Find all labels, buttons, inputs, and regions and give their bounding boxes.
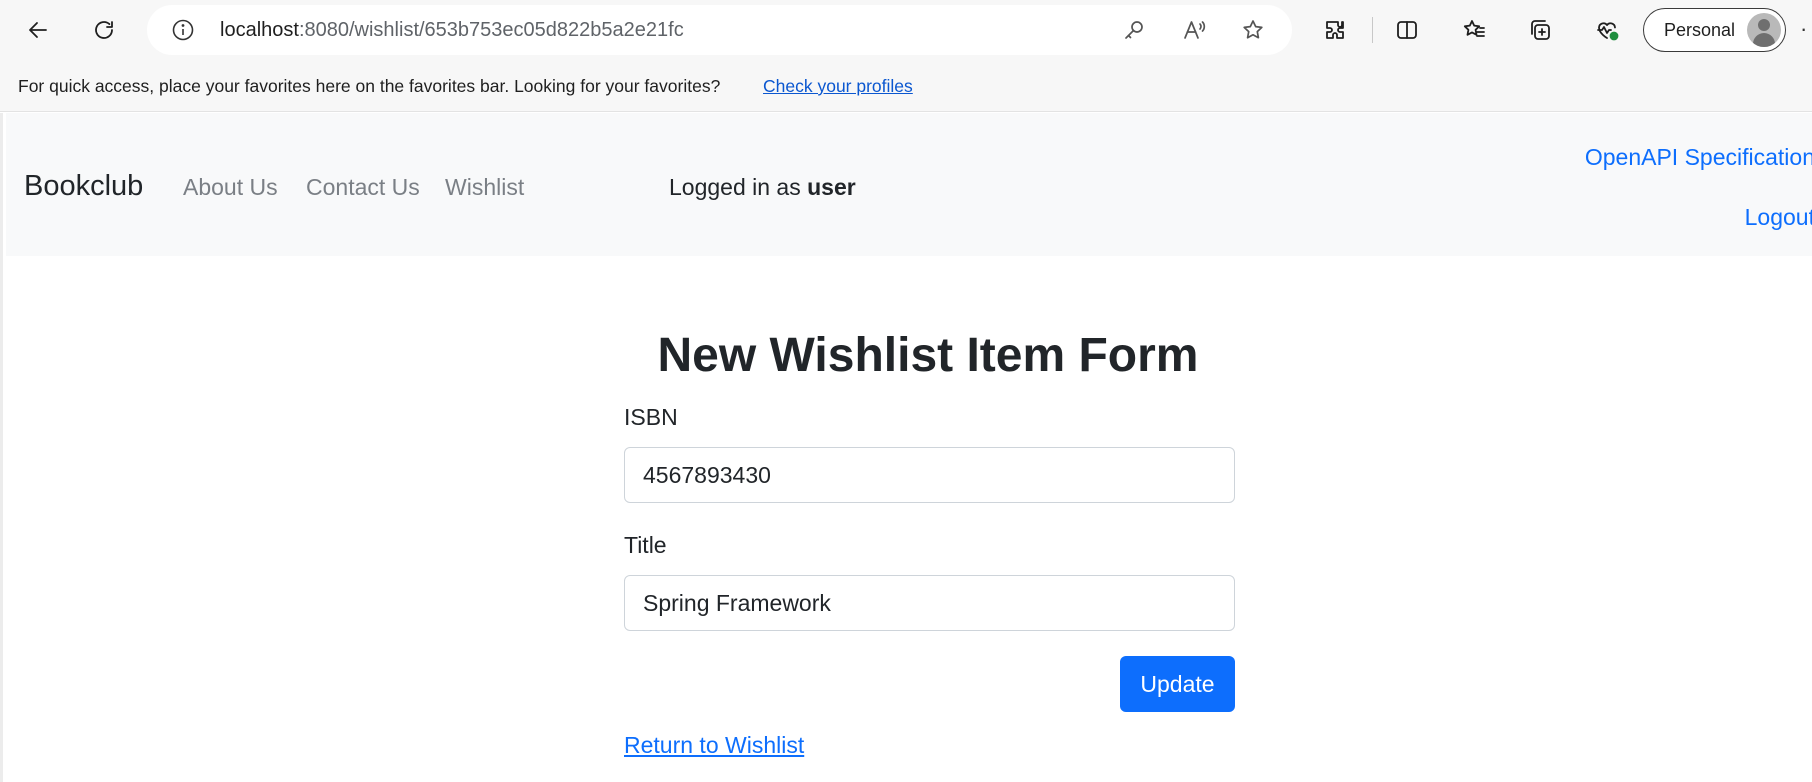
navbar-brand[interactable]: Bookclub [24,169,143,203]
username: user [807,174,856,200]
collections-icon[interactable] [1520,10,1560,50]
logged-in-prefix: Logged in as [669,174,808,200]
page-viewport: Bookclub About Us Contact Us Wishlist Lo… [0,113,1812,782]
openapi-specification-link[interactable]: OpenAPI Specification [1585,143,1812,171]
favorites-message: For quick access, place your favorites h… [18,76,721,96]
title-label: Title [624,532,667,558]
info-icon[interactable] [171,18,195,42]
toolbar-divider [1372,17,1373,43]
isbn-label: ISBN [624,404,678,430]
url-path: :8080/wishlist/653b753ec05d822b5a2e21fc [298,19,684,41]
browser-essentials-icon[interactable] [1587,10,1627,50]
key-icon[interactable] [1122,18,1146,42]
profile-button[interactable]: Personal [1643,8,1786,52]
url-text[interactable]: localhost:8080/wishlist/653b753ec05d822b… [220,19,684,41]
more-menu-icon[interactable]: · [1800,18,1807,40]
address-bar[interactable]: localhost:8080/wishlist/653b753ec05d822b… [147,5,1292,55]
profile-label: Personal [1664,20,1736,40]
read-aloud-icon[interactable] [1182,18,1206,42]
return-to-wishlist-link[interactable]: Return to Wishlist [624,731,804,759]
page-title: New Wishlist Item Form [657,329,1199,382]
check-profiles-link[interactable]: Check your profiles [763,76,913,96]
browser-toolbar: localhost:8080/wishlist/653b753ec05d822b… [0,0,1812,60]
title-input[interactable] [624,575,1235,631]
update-button[interactable]: Update [1120,656,1235,712]
back-arrow-icon[interactable] [18,10,58,50]
refresh-icon[interactable] [84,10,124,50]
favorites-icon[interactable] [1454,10,1494,50]
favorites-bar: For quick access, place your favorites h… [0,60,1812,112]
nav-link-contact-us[interactable]: Contact Us [306,173,420,201]
nav-link-wishlist[interactable]: Wishlist [445,173,524,201]
logout-link[interactable]: Logout [1745,203,1812,231]
nav-link-about-us[interactable]: About Us [183,173,278,201]
favorite-star-icon[interactable] [1241,18,1265,42]
isbn-input[interactable] [624,447,1235,503]
url-host: localhost [220,19,299,41]
extensions-icon[interactable] [1315,10,1355,50]
navbar: Bookclub About Us Contact Us Wishlist Lo… [6,113,1812,256]
logged-in-status: Logged in as user [669,173,856,201]
avatar-icon [1747,13,1781,47]
split-screen-icon[interactable] [1387,10,1427,50]
